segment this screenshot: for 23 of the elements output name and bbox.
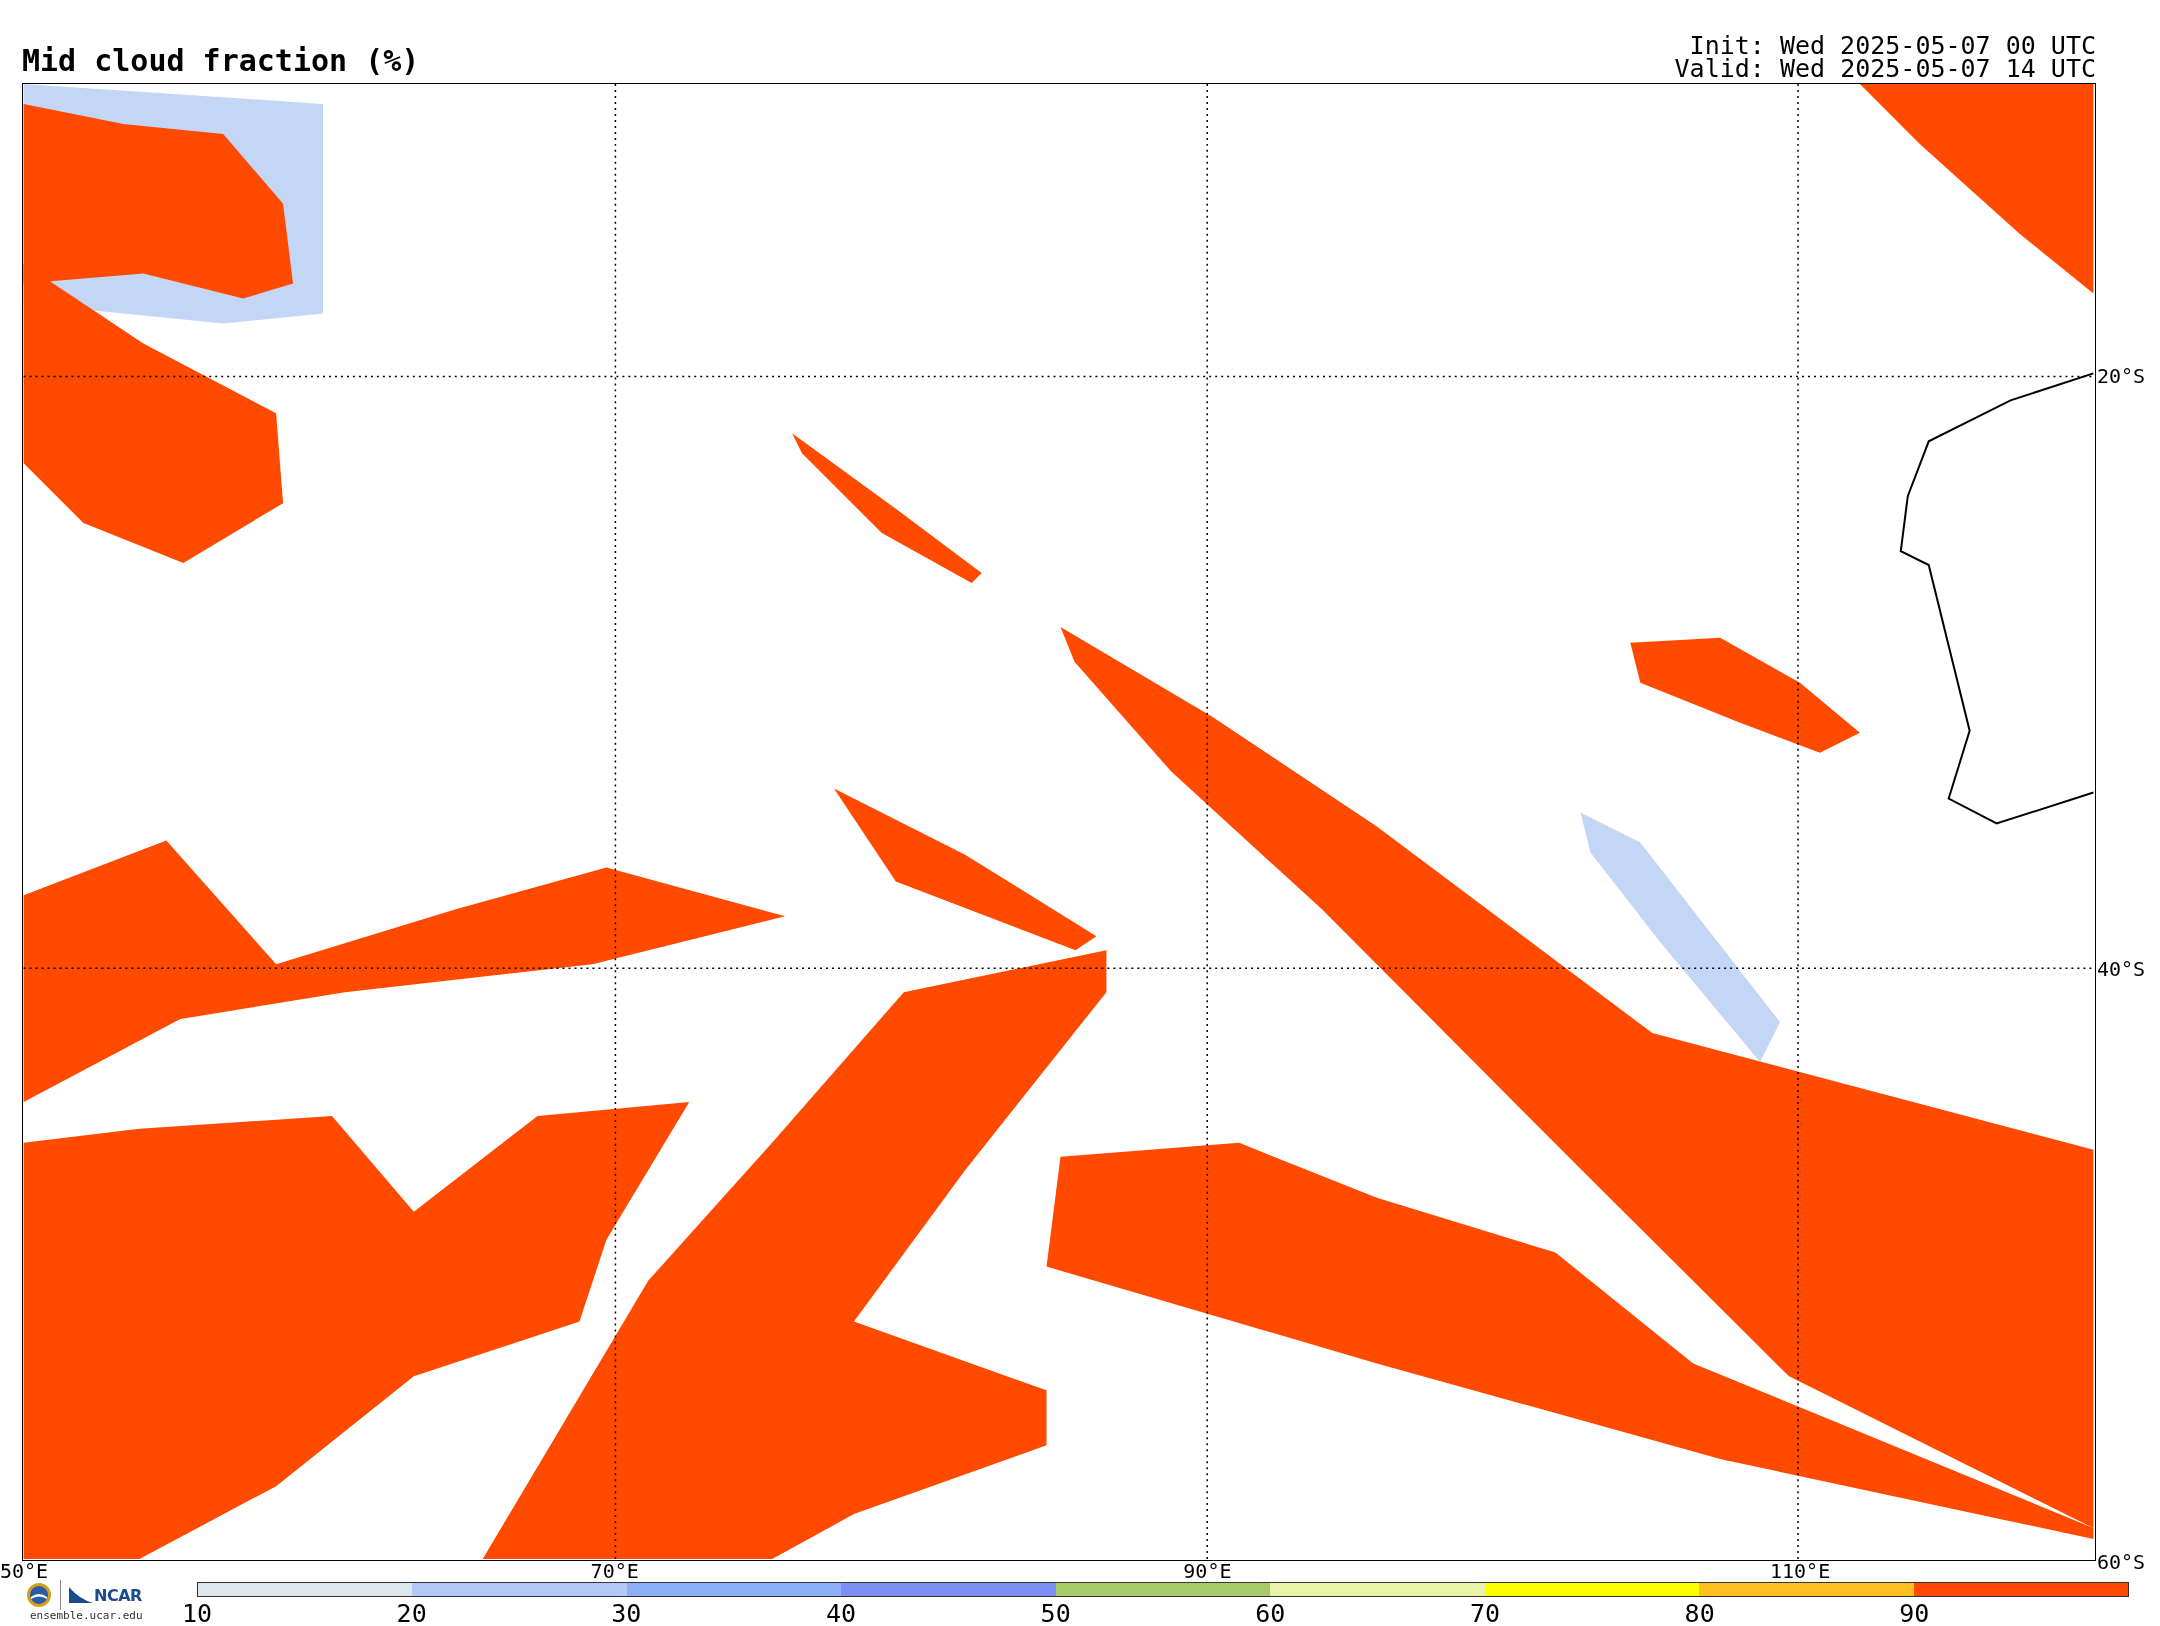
latitude-label: 60°S xyxy=(2097,1552,2146,1572)
site-address: ensemble.ucar.edu xyxy=(30,1609,143,1622)
latitude-label: 40°S xyxy=(2097,959,2146,979)
latitude-label: 20°S xyxy=(2097,366,2146,386)
longitude-label: 70°E xyxy=(590,1561,639,1581)
colorbar-tick-label: 30 xyxy=(611,1599,642,1626)
triangle-logo-icon xyxy=(69,1587,93,1603)
colorbar-tick-label: 70 xyxy=(1469,1599,1501,1626)
colorbar-tick-label: 90 xyxy=(1899,1599,1930,1626)
colorbar-tick-label: 80 xyxy=(1684,1599,1715,1626)
longitude-label: 110°E xyxy=(1770,1561,1831,1581)
seal-icon xyxy=(26,1582,52,1608)
colorbar-tick-label: 60 xyxy=(1255,1599,1286,1626)
longitude-label: 90°E xyxy=(1183,1561,1232,1581)
valid-time: Valid: Wed 2025-05-07 14 UTC xyxy=(1674,57,2096,80)
org-logo-text: NCAR xyxy=(94,1585,142,1605)
plot-title: Mid cloud fraction (%) xyxy=(22,44,420,78)
colorbar-tick-label: 10 xyxy=(181,1599,213,1626)
init-time: Init: Wed 2025-05-07 00 UTC xyxy=(1689,35,2096,58)
colorbar-tick-label: 40 xyxy=(825,1599,857,1626)
colorbar-tick-label: 50 xyxy=(1040,1599,1071,1626)
colorbar-tick-label: 20 xyxy=(396,1599,427,1626)
longitude-label: 50°E xyxy=(0,1561,49,1581)
